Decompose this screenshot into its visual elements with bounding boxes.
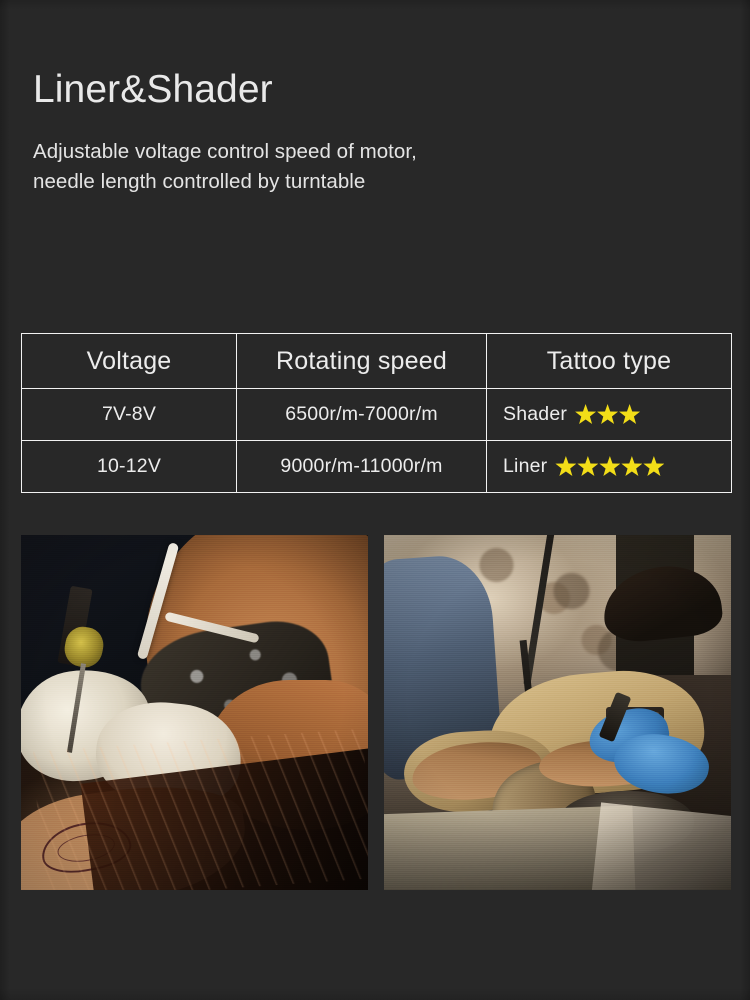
header: Liner&Shader Adjustable voltage control … [33, 68, 713, 196]
cell-tattoo-type: Liner [486, 440, 732, 493]
rating-stars [555, 456, 665, 477]
column-header-voltage: Voltage [21, 333, 237, 389]
spec-table: Voltage Rotating speed Tattoo type 7V-8V… [21, 333, 732, 493]
cell-rotating-speed: 6500r/m-7000r/m [236, 388, 487, 441]
star-icon [619, 404, 641, 424]
tattoo-type-group: Shader [487, 389, 731, 440]
page-title: Liner&Shader [33, 68, 273, 111]
photo-gallery [21, 535, 731, 890]
star-icon [555, 456, 577, 476]
star-icon [643, 456, 665, 476]
rating-stars [575, 404, 641, 425]
cell-voltage: 10-12V [21, 440, 237, 493]
cell-voltage: 7V-8V [21, 388, 237, 441]
table-row: 10-12V 9000r/m-11000r/m Liner [21, 440, 732, 493]
spec-table-head: Voltage Rotating speed Tattoo type [21, 333, 732, 389]
table-light-streaks [33, 728, 368, 890]
tattoo-artist-masked-forearm-photo [21, 535, 368, 890]
table-header-row: Voltage Rotating speed Tattoo type [21, 333, 732, 389]
star-icon [575, 404, 597, 424]
star-icon [597, 404, 619, 424]
tattoo-type-label: Shader [503, 403, 568, 425]
table-row: 7V-8V 6500r/m-7000r/m Shader [21, 388, 732, 441]
star-icon [621, 456, 643, 476]
column-header-rotating-speed: Rotating speed [236, 333, 487, 389]
star-icon [599, 456, 621, 476]
tattoo-studio-artist-client-photo [384, 535, 731, 890]
column-header-tattoo-type: Tattoo type [486, 333, 732, 389]
tattoo-type-group: Liner [487, 441, 731, 492]
plastic-wrap [591, 802, 731, 890]
spec-table-body: 7V-8V 6500r/m-7000r/m Shader 10-12V 9000… [21, 388, 732, 493]
star-icon [577, 456, 599, 476]
cell-tattoo-type: Shader [486, 388, 732, 441]
tattoo-type-label: Liner [503, 455, 548, 477]
page-subtitle: Adjustable voltage control speed of moto… [33, 139, 417, 193]
cell-rotating-speed: 9000r/m-11000r/m [236, 440, 487, 493]
